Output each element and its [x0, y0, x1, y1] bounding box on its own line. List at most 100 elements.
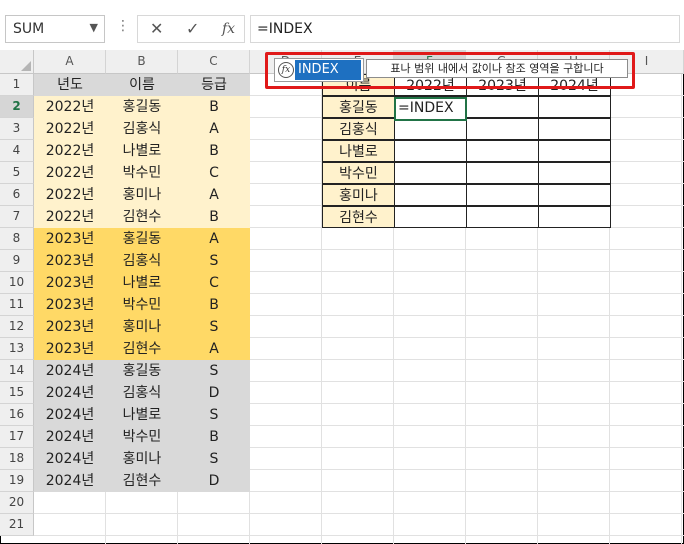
row-header[interactable]: 5 — [0, 162, 34, 184]
right-table-cell[interactable] — [466, 184, 539, 206]
column-header-c[interactable]: C — [178, 50, 250, 74]
row-header[interactable]: 17 — [0, 426, 34, 448]
right-table-cell[interactable] — [466, 162, 539, 184]
left-table-cell[interactable]: 김홍식 — [106, 118, 178, 140]
row-header[interactable]: 4 — [0, 140, 34, 162]
right-table-name[interactable]: 김홍식 — [322, 118, 395, 140]
row-header[interactable]: 13 — [0, 338, 34, 360]
left-table-cell[interactable]: B — [178, 426, 250, 448]
right-table-name[interactable]: 박수민 — [322, 162, 395, 184]
row-header[interactable]: 3 — [0, 118, 34, 140]
left-table-cell[interactable]: S — [178, 404, 250, 426]
column-header-a[interactable]: A — [34, 50, 106, 74]
right-table-cell[interactable] — [538, 118, 611, 140]
left-table-cell[interactable]: 2024년 — [34, 470, 106, 492]
row-header[interactable]: 7 — [0, 206, 34, 228]
right-table-cell[interactable] — [538, 140, 611, 162]
name-box[interactable]: SUM ▼ — [5, 15, 105, 43]
row-header[interactable]: 1 — [0, 74, 34, 96]
left-table-cell[interactable]: 2022년 — [34, 206, 106, 228]
left-table-cell[interactable]: S — [178, 316, 250, 338]
left-table-cell[interactable]: 나별로 — [106, 404, 178, 426]
left-table-cell[interactable]: 2022년 — [34, 96, 106, 118]
left-table-cell[interactable]: D — [178, 470, 250, 492]
left-table-cell[interactable]: 2023년 — [34, 316, 106, 338]
left-table-cell[interactable]: 2023년 — [34, 228, 106, 250]
left-table-cell[interactable]: D — [178, 382, 250, 404]
left-table-cell[interactable]: 나별로 — [106, 140, 178, 162]
left-table-cell[interactable]: 홍길동 — [106, 228, 178, 250]
left-table-cell[interactable]: 2024년 — [34, 382, 106, 404]
right-table-cell[interactable] — [466, 96, 539, 118]
left-table-cell[interactable]: 2022년 — [34, 118, 106, 140]
active-cell-f2[interactable]: =INDEX — [394, 97, 467, 121]
formula-input[interactable]: =INDEX — [250, 15, 680, 43]
left-table-cell[interactable]: 김홍식 — [106, 250, 178, 272]
left-table-cell[interactable]: 김현수 — [106, 338, 178, 360]
left-table-cell[interactable]: C — [178, 272, 250, 294]
left-table-cell[interactable]: S — [178, 250, 250, 272]
left-table-cell[interactable]: 홍길동 — [106, 96, 178, 118]
right-table-cell[interactable] — [394, 206, 467, 228]
left-table-cell[interactable]: 2023년 — [34, 250, 106, 272]
right-table-cell[interactable] — [538, 206, 611, 228]
left-table-cell[interactable]: 김현수 — [106, 470, 178, 492]
row-header[interactable]: 11 — [0, 294, 34, 316]
left-table-cell[interactable]: 박수민 — [106, 162, 178, 184]
left-table-header[interactable]: 이름 — [106, 74, 178, 96]
left-table-cell[interactable]: A — [178, 118, 250, 140]
chevron-down-icon[interactable]: ▼ — [90, 21, 98, 34]
left-table-cell[interactable]: 나별로 — [106, 272, 178, 294]
left-table-cell[interactable]: C — [178, 162, 250, 184]
left-table-cell[interactable]: B — [178, 294, 250, 316]
left-table-cell[interactable]: 박수민 — [106, 426, 178, 448]
left-table-cell[interactable]: 2023년 — [34, 272, 106, 294]
left-table-cell[interactable]: 홍길동 — [106, 360, 178, 382]
row-header[interactable]: 21 — [0, 514, 34, 536]
row-header[interactable]: 14 — [0, 360, 34, 382]
row-header[interactable]: 16 — [0, 404, 34, 426]
right-table-name[interactable]: 홍미나 — [322, 184, 395, 206]
right-table-cell[interactable] — [538, 96, 611, 118]
more-options-icon[interactable]: ⋮ — [116, 18, 130, 34]
select-all-corner[interactable] — [0, 50, 34, 74]
right-table-cell[interactable] — [394, 184, 467, 206]
left-table-cell[interactable]: 홍미나 — [106, 448, 178, 470]
right-table-cell[interactable] — [466, 118, 539, 140]
right-table-cell[interactable] — [538, 184, 611, 206]
left-table-cell[interactable]: B — [178, 206, 250, 228]
row-header[interactable]: 8 — [0, 228, 34, 250]
left-table-cell[interactable]: 김현수 — [106, 206, 178, 228]
left-table-cell[interactable]: 2022년 — [34, 184, 106, 206]
left-table-cell[interactable]: 2022년 — [34, 140, 106, 162]
row-header[interactable]: 10 — [0, 272, 34, 294]
left-table-cell[interactable]: A — [178, 228, 250, 250]
left-table-cell[interactable]: A — [178, 184, 250, 206]
left-table-cell[interactable]: 2024년 — [34, 426, 106, 448]
insert-function-icon[interactable]: fx — [222, 21, 235, 37]
left-table-cell[interactable]: 2022년 — [34, 162, 106, 184]
left-table-cell[interactable]: 2023년 — [34, 294, 106, 316]
left-table-cell[interactable]: 홍미나 — [106, 316, 178, 338]
right-table-cell[interactable] — [394, 162, 467, 184]
row-header[interactable]: 18 — [0, 448, 34, 470]
enter-icon[interactable]: ✓ — [186, 19, 199, 38]
left-table-header[interactable]: 년도 — [34, 74, 106, 96]
right-table-name[interactable]: 나별로 — [322, 140, 395, 162]
right-table-cell[interactable] — [394, 118, 467, 140]
left-table-cell[interactable]: 2024년 — [34, 360, 106, 382]
right-table-cell[interactable] — [538, 162, 611, 184]
row-header[interactable]: 19 — [0, 470, 34, 492]
right-table-cell[interactable] — [466, 206, 539, 228]
right-table-name[interactable]: 홍길동 — [322, 96, 395, 118]
right-table-cell[interactable] — [394, 140, 467, 162]
right-table-name[interactable]: 김현수 — [322, 206, 395, 228]
left-table-cell[interactable]: 2024년 — [34, 404, 106, 426]
left-table-cell[interactable]: B — [178, 140, 250, 162]
row-header[interactable]: 9 — [0, 250, 34, 272]
cancel-icon[interactable]: ✕ — [150, 19, 163, 38]
left-table-cell[interactable]: 홍미나 — [106, 184, 178, 206]
row-header[interactable]: 6 — [0, 184, 34, 206]
right-table-cell[interactable] — [466, 140, 539, 162]
row-header[interactable]: 15 — [0, 382, 34, 404]
